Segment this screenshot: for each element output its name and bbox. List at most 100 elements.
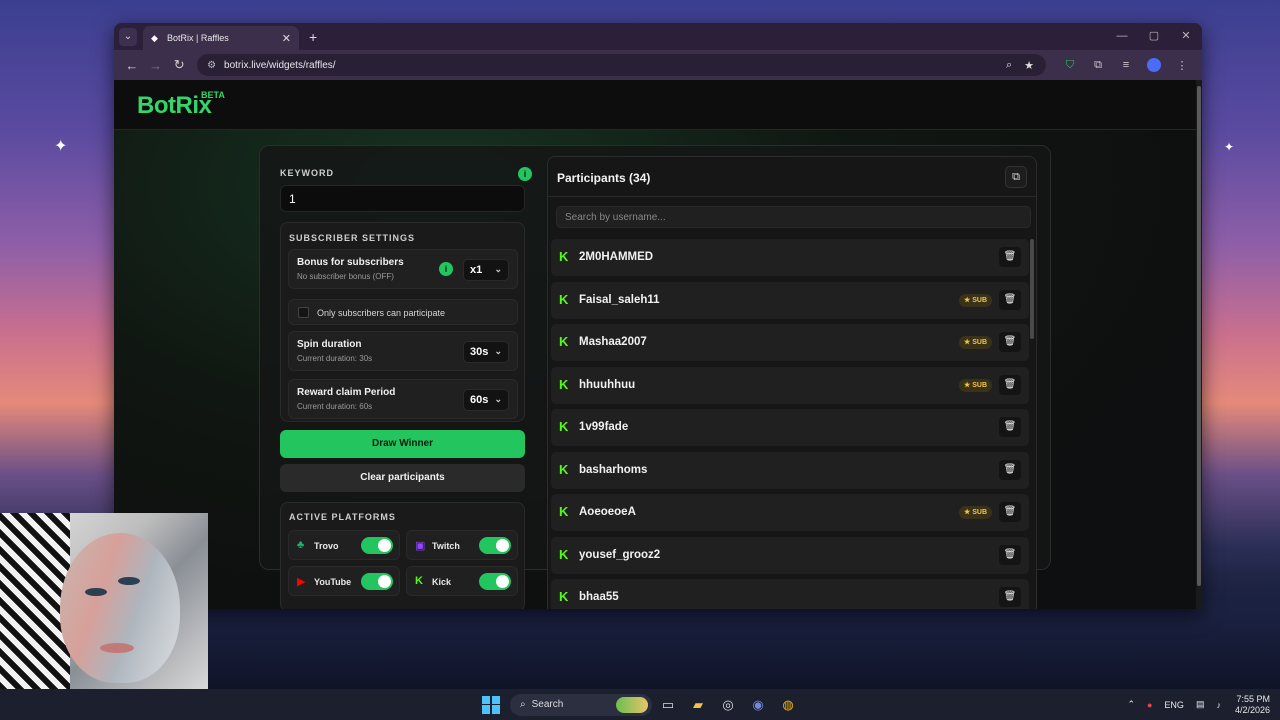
zoom-icon[interactable]: ⌕ (1006, 59, 1012, 72)
menu-kebab-icon[interactable]: ⋮ (1168, 59, 1196, 72)
media-control-icon[interactable]: ≡ (1112, 59, 1140, 71)
tab-search-icon[interactable]: ⌄ (119, 27, 137, 46)
site-settings-icon[interactable]: ⚙ (207, 60, 216, 71)
webcam-lips (100, 643, 134, 653)
star-icon: ★ (963, 381, 973, 389)
active-platforms-title: ACTIVE PLATFORMS (289, 512, 396, 522)
delete-participant-icon[interactable]: 🗑 (999, 332, 1021, 352)
url-field[interactable]: ⚙ botrix.live/widgets/raffles/ ⌕ ★ (197, 54, 1046, 76)
twitch-toggle[interactable] (479, 537, 511, 554)
close-window-icon[interactable]: ✕ (1170, 23, 1202, 50)
chrome-icon[interactable]: ◍ (774, 697, 802, 713)
tab-close-icon[interactable]: ✕ (282, 32, 291, 45)
keyword-input[interactable]: 1 (280, 185, 525, 212)
system-tray: ⌃ ● ENG ▤ ♪ 7:55 PM 4/2/2026 (1115, 689, 1270, 720)
tab-bar: ⌄ ◆ BotRix | Raffles ✕ + — ▢ ✕ (114, 23, 1202, 50)
platform-label: YouTube (314, 577, 352, 587)
sub-badge: ★ SUB (958, 506, 992, 519)
sub-badge-label: SUB (972, 381, 987, 389)
sub-badge: ★ SUB (958, 378, 992, 392)
bookmark-star-icon[interactable]: ★ (1024, 59, 1034, 72)
page-content: BotRix BETA KEYWORD i 1 SUBSCRIBER SETTI… (114, 80, 1196, 609)
delete-participant-icon[interactable]: 🗑 (999, 459, 1021, 480)
shield-extension-icon[interactable]: ⛉ (1056, 59, 1084, 72)
only-subscribers-row[interactable]: Only subscribers can participate (288, 299, 518, 325)
kick-icon: K (559, 419, 569, 434)
new-tab-button[interactable]: + (309, 29, 317, 45)
star-icon: ★ (963, 509, 973, 516)
delete-participant-icon[interactable]: 🗑 (999, 587, 1021, 607)
trovo-icon: ♣ (297, 539, 305, 551)
language-indicator[interactable]: ENG (1164, 700, 1184, 710)
reward-claim-value: 60s (470, 394, 489, 406)
browser-tab[interactable]: ◆ BotRix | Raffles ✕ (143, 26, 299, 50)
reward-claim-select[interactable]: 60s ⌄ (463, 389, 509, 411)
draw-winner-button[interactable]: Draw Winner (280, 430, 525, 458)
platform-kick: K Kick (406, 566, 518, 596)
keyword-info-icon[interactable]: i (518, 167, 532, 181)
maximize-icon[interactable]: ▢ (1138, 23, 1170, 50)
youtube-icon: ▶ (297, 576, 306, 588)
page-scrollbar[interactable] (1196, 80, 1202, 609)
delete-participant-icon[interactable]: 🗑 (999, 544, 1021, 565)
kick-icon: K (559, 504, 569, 519)
windows-start-icon[interactable] (482, 695, 500, 714)
bonus-setting: Bonus for subscribers No subscriber bonu… (288, 249, 518, 289)
kick-icon: K (559, 546, 569, 562)
taskbar-search[interactable]: ⌕ Search (510, 693, 652, 716)
obs-icon[interactable]: ◎ (714, 697, 742, 713)
subscriber-settings: SUBSCRIBER SETTINGS Bonus for subscriber… (280, 222, 525, 422)
search-icon: ⌕ (520, 699, 526, 710)
forward-icon[interactable]: → (144, 58, 168, 73)
delete-participant-icon[interactable]: 🗑 (999, 374, 1021, 395)
participant-list: K 2M0HAMMED 🗑 K Faisal_saleh11 ★ SUB 🗑 K Mashaa2… (551, 239, 1029, 609)
reload-icon[interactable]: ↻ (167, 57, 191, 73)
clock[interactable]: 7:55 PM 4/2/2026 (1235, 694, 1270, 716)
participant-username: yousef_grooz2 (579, 548, 661, 561)
delete-participant-icon[interactable]: 🗑 (999, 247, 1021, 267)
tab-title: BotRix | Raffles (167, 33, 229, 43)
site-header: BotRix BETA (114, 80, 1196, 130)
only-subscribers-label: Only subscribers can participate (317, 308, 446, 318)
kick-toggle[interactable] (479, 573, 511, 590)
extensions-puzzle-icon[interactable]: ⧉ (1084, 59, 1112, 72)
volume-icon[interactable]: ♪ (1216, 700, 1221, 710)
sub-badge-label: SUB (972, 339, 987, 346)
platform-trovo: ♣ Trovo (288, 530, 400, 560)
task-view-icon[interactable]: ▭ (654, 697, 682, 713)
participant-search-input[interactable]: Search by username... (556, 206, 1031, 228)
window-controls: — ▢ ✕ (1106, 23, 1202, 50)
bonus-select[interactable]: x1 ⌄ (463, 259, 509, 281)
delete-participant-icon[interactable]: 🗑 (999, 289, 1021, 310)
delete-participant-icon[interactable]: 🗑 (999, 417, 1021, 437)
spin-duration-select[interactable]: 30s ⌄ (463, 341, 509, 363)
spin-duration-subtitle: Current duration: 30s (297, 354, 373, 363)
participant-row: K Mashaa2007 ★ SUB 🗑 (551, 324, 1029, 361)
delete-participant-icon[interactable]: 🗑 (999, 502, 1021, 522)
minimize-icon[interactable]: — (1106, 23, 1138, 50)
microphone-icon[interactable]: ● (1147, 700, 1152, 710)
back-icon[interactable]: ← (120, 58, 144, 73)
clock-time: 7:55 PM (1236, 693, 1270, 704)
clear-participants-button[interactable]: Clear participants (280, 464, 525, 492)
only-subscribers-checkbox[interactable] (298, 307, 309, 318)
copy-icon[interactable]: ⧉ (1005, 166, 1027, 188)
network-icon[interactable]: ▤ (1196, 699, 1205, 710)
divider (548, 196, 1036, 197)
page-scroll-thumb[interactable] (1197, 86, 1201, 586)
participant-row: K 1v99fade 🗑 (551, 409, 1029, 446)
webcam-face (60, 533, 180, 683)
file-explorer-icon[interactable]: ▰ (684, 697, 712, 713)
botrix-favicon-icon: ◆ (151, 33, 158, 43)
search-highlight-icon (616, 696, 648, 713)
bonus-info-icon[interactable]: i (439, 262, 453, 276)
youtube-toggle[interactable] (361, 573, 393, 590)
list-scrollbar[interactable] (1030, 239, 1034, 339)
chevron-down-icon: ⌄ (494, 264, 502, 274)
participant-username: bhaa55 (579, 591, 619, 603)
trovo-toggle[interactable] (361, 537, 393, 554)
discord-icon[interactable]: ◉ (744, 697, 772, 713)
profile-avatar-icon[interactable] (1147, 58, 1161, 72)
chevron-down-icon: ⌄ (494, 346, 502, 356)
chevron-up-icon[interactable]: ⌃ (1127, 699, 1135, 710)
